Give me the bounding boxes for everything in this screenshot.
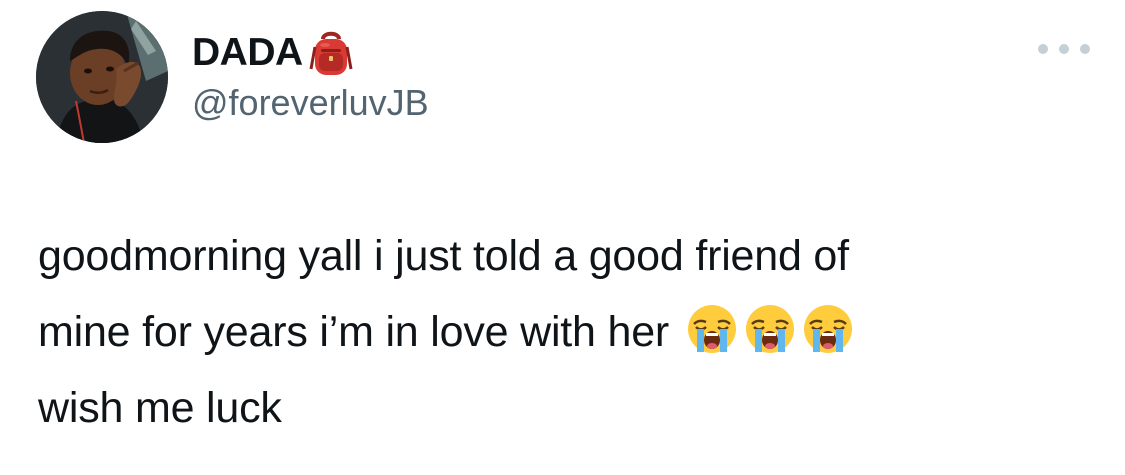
loudly-crying-face-icon bbox=[803, 305, 852, 353]
more-dot-icon bbox=[1080, 44, 1090, 54]
tweet-text: goodmorning yall i just told a good frie… bbox=[38, 218, 1098, 446]
more-options-button[interactable] bbox=[1038, 34, 1090, 64]
more-dot-icon bbox=[1038, 44, 1048, 54]
tweet-line: goodmorning yall i just told a good frie… bbox=[38, 232, 849, 280]
user-handle[interactable]: @foreverluvJB bbox=[192, 82, 429, 124]
backpack-icon bbox=[309, 29, 353, 77]
author-name-row[interactable]: DADA bbox=[192, 28, 353, 78]
avatar[interactable] bbox=[36, 11, 168, 143]
loudly-crying-face-icon bbox=[745, 305, 794, 353]
loudly-crying-face-icon bbox=[687, 305, 736, 353]
more-dot-icon bbox=[1059, 44, 1069, 54]
tweet-line: mine for years i’m in love with her bbox=[38, 308, 670, 356]
tweet-line: wish me luck bbox=[38, 384, 282, 432]
display-name[interactable]: DADA bbox=[192, 31, 303, 75]
tweet-line-with-emoji: mine for years i’m in love with her bbox=[38, 294, 1098, 370]
